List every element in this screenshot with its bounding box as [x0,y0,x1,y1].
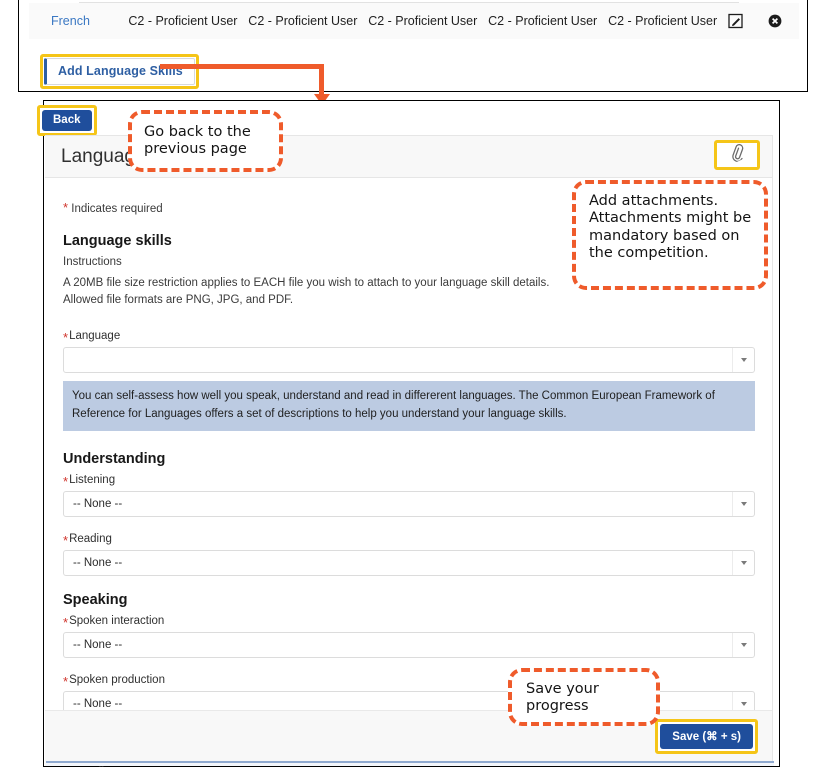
annotation-connector-vertical [319,64,324,96]
chevron-down-icon[interactable] [732,633,754,657]
paperclip-icon[interactable] [725,141,750,168]
self-assess-info-banner: You can self-assess how well you speak, … [63,381,755,431]
required-note-text: Indicates required [71,203,162,215]
chevron-down-icon[interactable] [732,348,754,372]
language-field-label-text: Language [69,330,120,342]
group-heading-understanding: Understanding [63,451,754,467]
level-cell-4: C2 - Proficient User [488,14,608,28]
add-language-skills-highlight: Add Language Skills [40,54,199,89]
instructions-line-1: A 20MB file size restriction applies to … [63,277,549,289]
level-cell-5: C2 - Proficient User [608,14,728,28]
delete-circle-x-icon[interactable] [767,13,783,29]
level-cell-3: C2 - Proficient User [368,14,488,28]
spoken-interaction-label: * Spoken interaction [63,615,754,628]
language-field-label: * Language [63,330,754,343]
form-card-footer: Save (⌘ + s) [45,710,772,766]
table-row[interactable]: French C2 - Proficient User C2 - Profici… [29,3,799,39]
back-highlight: Back [37,105,97,136]
reading-label-text: Reading [69,533,112,545]
reading-select-value: -- None -- [64,557,122,569]
required-asterisk: * [63,675,68,688]
language-list-panel: French C2 - Proficient User C2 - Profici… [18,0,808,92]
required-asterisk: * [63,331,68,344]
spoken-interaction-label-text: Spoken interaction [69,615,164,627]
edit-pencil-icon[interactable] [728,13,744,29]
back-button[interactable]: Back [42,110,92,131]
level-cell-1: C2 - Proficient User [128,14,248,28]
spoken-interaction-select[interactable]: -- None -- [63,632,755,658]
required-asterisk: * [63,616,68,629]
required-asterisk: * [63,475,68,488]
listening-select[interactable]: -- None -- [63,491,755,517]
required-asterisk: * [63,534,68,547]
chevron-down-icon[interactable] [732,492,754,516]
yellow-highlight-box: Back [37,105,97,136]
save-highlight: Save (⌘ + s) [655,719,758,754]
bottom-blue-strip [46,761,774,766]
save-button[interactable]: Save (⌘ + s) [660,724,753,749]
reading-select[interactable]: -- None -- [63,550,755,576]
screenshot-root: French C2 - Proficient User C2 - Profici… [0,0,815,767]
spoken-interaction-select-value: -- None -- [64,639,122,651]
language-name-link[interactable]: French [29,14,128,28]
annotation-save: Save your progress [508,668,660,726]
level-cell-2: C2 - Proficient User [248,14,368,28]
language-select[interactable] [63,347,755,373]
add-language-skills-button[interactable]: Add Language Skills [44,58,195,85]
spoken-production-select-value: -- None -- [64,698,122,710]
annotation-back: Go back to the previous page [128,110,283,172]
required-asterisk: * [63,200,68,215]
annotation-attachment: Add attachments. Attachments might be ma… [572,180,768,290]
yellow-highlight-box: Add Language Skills [40,54,199,89]
listening-label-text: Listening [69,474,115,486]
listening-select-value: -- None -- [64,498,122,510]
group-heading-speaking: Speaking [63,592,754,608]
reading-label: * Reading [63,533,754,546]
row-actions [728,13,799,29]
instructions-line-2: Allowed file formats are PNG, JPG, and P… [63,294,293,306]
annotation-connector-horizontal [160,64,324,69]
attachment-highlight [714,140,760,170]
spoken-production-label-text: Spoken production [69,674,165,686]
chevron-down-icon[interactable] [732,551,754,575]
listening-label: * Listening [63,474,754,487]
